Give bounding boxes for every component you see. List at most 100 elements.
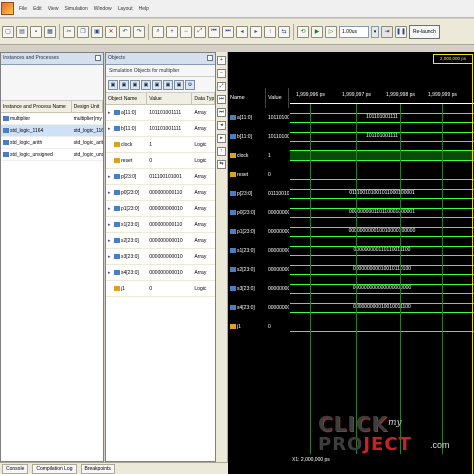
table-row[interactable]: ▸ p0[23:0] 000000000110 Array bbox=[106, 185, 215, 201]
menu-edit[interactable]: Edit bbox=[30, 6, 45, 12]
filter-icon[interactable]: ▣ bbox=[141, 79, 151, 90]
zoom-fit-icon[interactable]: ⤢ bbox=[194, 25, 206, 38]
table-row[interactable]: ▸ s3[23:0] 000000000010 Array bbox=[106, 249, 215, 265]
new-file-icon[interactable]: ▢ bbox=[2, 25, 14, 38]
filter-icon[interactable]: ▣ bbox=[163, 79, 173, 90]
time-cursor[interactable] bbox=[472, 64, 473, 474]
table-row[interactable]: std_logic_unsigned std_logic_unsi bbox=[1, 149, 103, 161]
objects-col-type[interactable]: Data Typ bbox=[192, 93, 215, 104]
wave-signal-name[interactable]: s4[23:0] bbox=[228, 300, 266, 316]
menu-help[interactable]: Help bbox=[136, 6, 152, 12]
redo-icon[interactable]: ↷ bbox=[133, 25, 145, 38]
next-transition-icon[interactable]: ▸ bbox=[250, 25, 262, 38]
menu-simulation[interactable]: Simulation bbox=[61, 6, 90, 12]
save-icon[interactable]: ▪ bbox=[30, 25, 42, 38]
zoom-in-icon[interactable]: + bbox=[166, 25, 178, 38]
filter-icon[interactable]: ▣ bbox=[108, 79, 118, 90]
wave-signal-name[interactable]: p[23:0] bbox=[228, 186, 266, 202]
cut-icon[interactable]: ✂ bbox=[63, 25, 75, 38]
table-row[interactable]: ▸ a[11:0] 101101001111 Array bbox=[106, 105, 215, 121]
table-row[interactable]: ▸ p1[23:0] 000000000010 Array bbox=[106, 201, 215, 217]
table-row[interactable]: ▸ s4[23:0] 000000000010 Array bbox=[106, 265, 215, 281]
undo-icon[interactable]: ↶ bbox=[119, 25, 131, 38]
step-icon[interactable]: ⇥ bbox=[381, 25, 393, 38]
tab-breakpoints[interactable]: Breakpoints bbox=[80, 463, 115, 474]
restart-icon[interactable]: ⟲ bbox=[297, 25, 309, 38]
swap-cursor-icon[interactable]: ⇆ bbox=[278, 25, 290, 38]
go-start-icon[interactable]: ⏮ bbox=[208, 25, 220, 38]
prev-transition-icon[interactable]: ◂ bbox=[217, 121, 226, 130]
object-value: 000000000110 bbox=[149, 190, 183, 196]
table-row[interactable]: multiplier multiplier(my bbox=[1, 113, 103, 125]
menu-window[interactable]: Window bbox=[91, 6, 115, 12]
time-unit-dropdown[interactable]: ▾ bbox=[371, 25, 379, 38]
instances-panel: Instances and Processes Instance and Pro… bbox=[0, 52, 104, 462]
filter-icon[interactable]: ▣ bbox=[119, 79, 129, 90]
wave-signal-name[interactable]: p1[23:0] bbox=[228, 224, 266, 240]
table-row[interactable]: ▸ s2[23:0] 000000000010 Array bbox=[106, 233, 215, 249]
filter-icon[interactable]: ▣ bbox=[130, 79, 140, 90]
table-row[interactable]: std_logic_arith std_logic_arith bbox=[1, 137, 103, 149]
panel-close-icon[interactable] bbox=[207, 55, 213, 61]
paste-icon[interactable]: ▣ bbox=[91, 25, 103, 38]
wave-signal-value: 1 bbox=[268, 153, 271, 159]
wave-signal-name[interactable]: s3[23:0] bbox=[228, 281, 266, 297]
table-row[interactable]: std_logic_1164std_logic_1164 bbox=[1, 125, 103, 137]
run-for-icon[interactable]: ▷ bbox=[325, 25, 337, 38]
objects-col-value[interactable]: Value bbox=[147, 93, 193, 104]
instances-col-unit[interactable]: Design Unit bbox=[72, 101, 103, 112]
relaunch-button[interactable]: Re-launch bbox=[409, 24, 440, 39]
menu-view[interactable]: View bbox=[45, 6, 62, 12]
wave-signal-name[interactable]: a[11:0] bbox=[228, 110, 266, 126]
go-end-icon[interactable]: ⏭ bbox=[222, 25, 234, 38]
instances-col-name[interactable]: Instance and Process Name bbox=[1, 101, 72, 112]
wave-lane: 000000000000000000000 bbox=[290, 281, 474, 297]
objects-col-name[interactable]: Object Name bbox=[106, 93, 148, 104]
wave-name-header: Name bbox=[228, 88, 266, 108]
tab-console[interactable]: Console bbox=[2, 463, 29, 474]
wave-signal-name[interactable]: s2[23:0] bbox=[228, 262, 266, 278]
zoom-out-icon[interactable]: − bbox=[180, 25, 192, 38]
wave-signal-name[interactable]: reset bbox=[228, 167, 266, 183]
table-row[interactable]: ▸ s1[23:0] 000000000110 Array bbox=[106, 217, 215, 233]
zoom-in-icon[interactable]: + bbox=[217, 56, 226, 65]
run-all-icon[interactable]: ▶ bbox=[311, 25, 323, 38]
table-row[interactable]: j1 0 Logic bbox=[106, 281, 215, 297]
print-icon[interactable]: ▦ bbox=[44, 25, 56, 38]
menu-layout[interactable]: Layout bbox=[115, 6, 136, 12]
settings-icon[interactable]: ⚙ bbox=[185, 79, 195, 90]
wave-signal-name[interactable]: clock bbox=[228, 148, 266, 164]
prev-transition-icon[interactable]: ◂ bbox=[236, 25, 248, 38]
filter-icon[interactable]: ▣ bbox=[174, 79, 184, 90]
bus-signal-icon bbox=[230, 191, 236, 197]
zoom-out-icon[interactable]: − bbox=[217, 69, 226, 78]
panel-close-icon[interactable] bbox=[95, 55, 101, 61]
go-end-icon[interactable]: ⏭ bbox=[217, 108, 226, 117]
open-folder-icon[interactable]: ▤ bbox=[16, 25, 28, 38]
zoom-fit-icon[interactable]: ⤢ bbox=[217, 82, 226, 91]
table-row[interactable]: reset 0 Logic bbox=[106, 153, 215, 169]
wave-signal-name[interactable]: b[11:0] bbox=[228, 129, 266, 145]
run-time-input[interactable]: 1.00us bbox=[339, 25, 369, 38]
next-transition-icon[interactable]: ▸ bbox=[217, 134, 226, 143]
tab-compilation-log[interactable]: Compilation Log bbox=[32, 463, 77, 474]
table-row[interactable]: ▸ p[23:0] 011100101001 Array bbox=[106, 169, 215, 185]
delete-icon[interactable]: ✕ bbox=[105, 25, 117, 38]
pause-icon[interactable]: ❚❚ bbox=[395, 25, 407, 38]
objects-toolbar: ▣ ▣ ▣ ▣ ▣ ▣ ▣ ⚙ bbox=[106, 77, 215, 93]
swap-cursor-icon[interactable]: ⇆ bbox=[217, 160, 226, 169]
add-marker-icon[interactable]: ↑ bbox=[217, 147, 226, 156]
table-row[interactable]: clock 1 Logic bbox=[106, 137, 215, 153]
add-marker-icon[interactable]: ↑ bbox=[264, 25, 276, 38]
wave-signal-name[interactable]: j1 bbox=[228, 319, 266, 335]
wave-signal-name[interactable]: s1[23:0] bbox=[228, 243, 266, 259]
bus-value-label: 011100101001011000100001 bbox=[349, 190, 415, 196]
table-row[interactable]: ▸ b[11:0] 101101001111 Array bbox=[106, 121, 215, 137]
copy-icon[interactable]: ❐ bbox=[77, 25, 89, 38]
wave-signal-name[interactable]: p0[23:0] bbox=[228, 205, 266, 221]
go-start-icon[interactable]: ⏮ bbox=[217, 95, 226, 104]
object-type: Array bbox=[194, 190, 207, 196]
menu-file[interactable]: File bbox=[16, 6, 30, 12]
filter-icon[interactable]: ▣ bbox=[152, 79, 162, 90]
find-icon[interactable]: ⌕ bbox=[152, 25, 164, 38]
